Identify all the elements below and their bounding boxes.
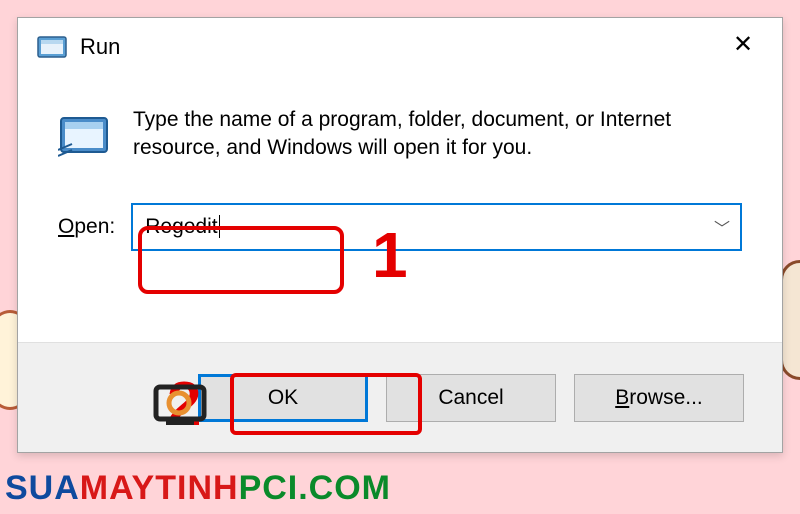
run-dialog-icon [36, 33, 68, 61]
browse-button[interactable]: Browse... [574, 374, 744, 422]
button-bar: OK Cancel Browse... [18, 342, 782, 452]
close-button[interactable]: ✕ [712, 19, 774, 69]
ok-button[interactable]: OK [198, 374, 368, 422]
dialog-title: Run [80, 34, 120, 60]
titlebar: Run ✕ [18, 18, 782, 76]
chevron-down-icon[interactable]: ﹀ [714, 215, 730, 239]
open-label: Open: [58, 215, 115, 239]
run-dialog: Run ✕ Type the name of a program, folder… [17, 17, 783, 453]
run-program-icon [58, 112, 113, 160]
text-cursor [219, 215, 220, 238]
watermark-text: SUAMAYTINHPCI.COM [5, 469, 391, 508]
dialog-body: Type the name of a program, folder, docu… [18, 76, 782, 173]
input-row: Open: Regedit ﹀ [18, 173, 782, 251]
open-combobox[interactable]: Regedit ﹀ [131, 203, 742, 251]
background-decoration [780, 260, 800, 380]
titlebar-left: Run [36, 33, 120, 61]
combobox-value: Regedit [145, 215, 217, 239]
watermark-logo-icon [144, 379, 219, 437]
cancel-button[interactable]: Cancel [386, 374, 556, 422]
close-icon: ✕ [733, 30, 753, 59]
instruction-text: Type the name of a program, folder, docu… [133, 106, 742, 163]
